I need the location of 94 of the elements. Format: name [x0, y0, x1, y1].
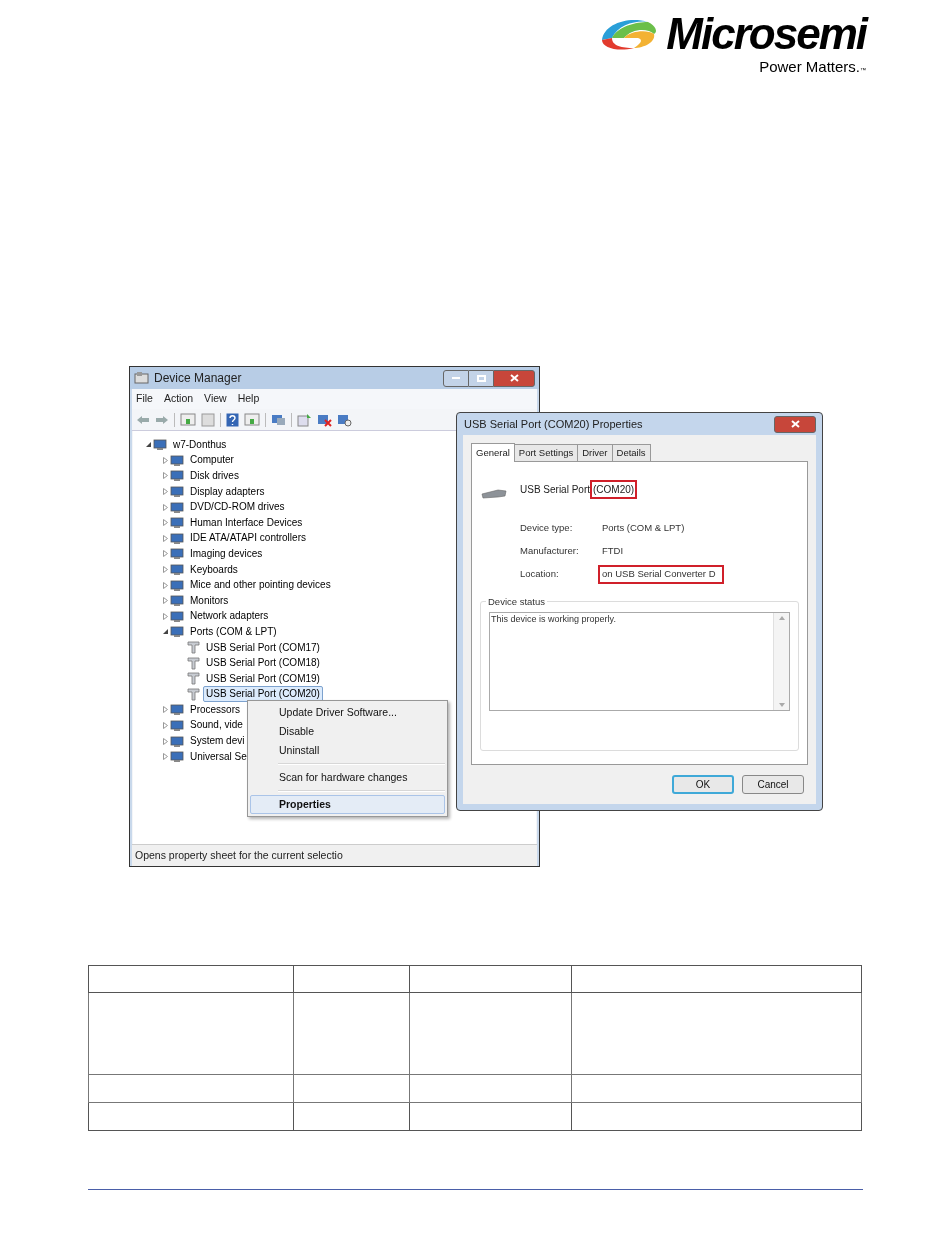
maximize-button[interactable] — [469, 369, 493, 387]
serial-port-icon — [480, 486, 508, 502]
scrollbar[interactable] — [773, 613, 789, 710]
device-icon — [170, 500, 184, 514]
show-hide-icon[interactable] — [180, 413, 196, 426]
properties-icon[interactable] — [201, 412, 215, 427]
field-label: Manufacturer: — [520, 544, 580, 559]
device-icon — [170, 469, 184, 483]
tab[interactable]: Details — [611, 444, 651, 461]
tab[interactable]: General — [471, 443, 515, 462]
tree-item[interactable]: Universal Se — [187, 748, 250, 765]
tree-item[interactable]: DVD/CD-ROM drives — [187, 499, 288, 516]
field-label: Device type: — [520, 521, 574, 536]
tree-item[interactable]: USB Serial Port (COM19) — [203, 670, 323, 687]
tree-item[interactable]: Human Interface Devices — [187, 514, 306, 531]
device-icon — [170, 485, 184, 499]
field-value: FTDI — [601, 544, 625, 559]
tree-item[interactable]: Imaging devices — [187, 545, 266, 562]
tree-item[interactable]: w7-Donthus — [170, 436, 230, 453]
device-icon — [170, 609, 184, 623]
device-icon — [170, 594, 184, 608]
tab[interactable]: Driver — [577, 444, 613, 461]
tree-item[interactable]: Mice and other pointing devices — [187, 577, 334, 594]
scroll-down-icon[interactable] — [778, 703, 785, 707]
tree-item[interactable]: Display adapters — [187, 483, 268, 500]
port-icon — [187, 687, 200, 701]
device-icon — [170, 453, 184, 467]
device-icon — [170, 625, 184, 639]
close-icon — [509, 374, 519, 382]
device-icon — [170, 578, 184, 592]
tree-item[interactable]: Keyboards — [187, 561, 241, 578]
minimize-button[interactable] — [443, 369, 469, 387]
tree-item[interactable]: Network adapters — [187, 608, 272, 625]
device-icon — [170, 719, 184, 732]
menu-item[interactable]: Action — [163, 391, 194, 407]
tree-item[interactable]: Sound, vide — [187, 717, 246, 734]
expanded-arrow-icon[interactable] — [161, 628, 169, 636]
tree-item[interactable]: System devi — [187, 733, 248, 750]
menu-option[interactable]: Scan for hardware changes — [250, 768, 445, 787]
menu-option[interactable]: Update Driver Software... — [250, 703, 445, 722]
field-value: Ports (COM & LPT) — [601, 521, 686, 536]
logo-wordmark: Microsemi — [666, 12, 866, 56]
port-icon — [187, 672, 200, 686]
tree-item[interactable]: Computer — [187, 452, 237, 469]
tree-item[interactable]: USB Serial Port (COM20) — [203, 686, 323, 703]
device-icon — [170, 531, 184, 545]
field-label: Location: — [520, 567, 560, 582]
tree-item[interactable]: Disk drives — [187, 468, 242, 484]
tree-item[interactable]: Processors — [187, 701, 243, 718]
device-manager-icon — [134, 371, 150, 385]
window-icon[interactable] — [244, 413, 260, 426]
device-icon — [170, 547, 184, 561]
device-icon — [153, 438, 167, 452]
port-icon — [187, 656, 200, 670]
device-icon — [170, 703, 184, 717]
close-button[interactable] — [493, 369, 535, 387]
back-icon[interactable] — [136, 414, 150, 425]
close-icon — [790, 420, 800, 428]
device-port: (COM20) — [590, 479, 638, 499]
menu-item[interactable]: File — [136, 391, 153, 407]
scan-icon[interactable] — [337, 412, 352, 427]
port-icon — [187, 641, 200, 654]
tree-item[interactable]: IDE ATA/ATAPI controllers — [187, 530, 309, 547]
menu-option[interactable]: Properties — [250, 795, 445, 814]
dialog-button[interactable]: OK — [672, 775, 734, 794]
device-icon — [170, 516, 184, 530]
update-driver-icon[interactable] — [297, 412, 312, 427]
tab[interactable]: Port Settings — [513, 444, 579, 461]
window-title: Device Manager — [154, 370, 242, 387]
menu-item[interactable]: View — [204, 391, 227, 407]
forward-icon[interactable] — [155, 414, 169, 425]
tree-item[interactable]: Ports (COM & LPT) — [187, 623, 280, 640]
close-button[interactable] — [774, 415, 816, 433]
device-icon — [170, 750, 184, 764]
tree-item[interactable]: USB Serial Port (COM18) — [203, 655, 323, 672]
dialog-button[interactable]: Cancel — [742, 775, 804, 794]
status-text: Opens property sheet for the current selectio — [135, 847, 343, 863]
logo-tagline: Power Matters. — [759, 58, 860, 76]
scroll-up-icon[interactable] — [778, 616, 785, 620]
field-value: on USB Serial Converter D — [598, 565, 724, 584]
menu-item[interactable]: Help — [237, 391, 260, 407]
device-icon — [170, 734, 184, 748]
device-name: USB Serial Port — [520, 482, 591, 497]
expanded-arrow-icon[interactable] — [144, 441, 152, 449]
dialog-title: USB Serial Port (COM20) Properties — [464, 416, 643, 432]
monitor-icon[interactable] — [271, 413, 286, 426]
menu-option[interactable]: Disable — [250, 722, 445, 741]
tree-item[interactable]: USB Serial Port (COM17) — [203, 639, 323, 656]
help-icon[interactable] — [226, 412, 239, 427]
uninstall-icon[interactable] — [317, 412, 332, 427]
device-icon — [170, 563, 184, 577]
status-text: This device is working properly. — [490, 613, 617, 626]
tree-item[interactable]: Monitors — [187, 592, 232, 609]
menu-option[interactable]: Uninstall — [250, 741, 445, 760]
